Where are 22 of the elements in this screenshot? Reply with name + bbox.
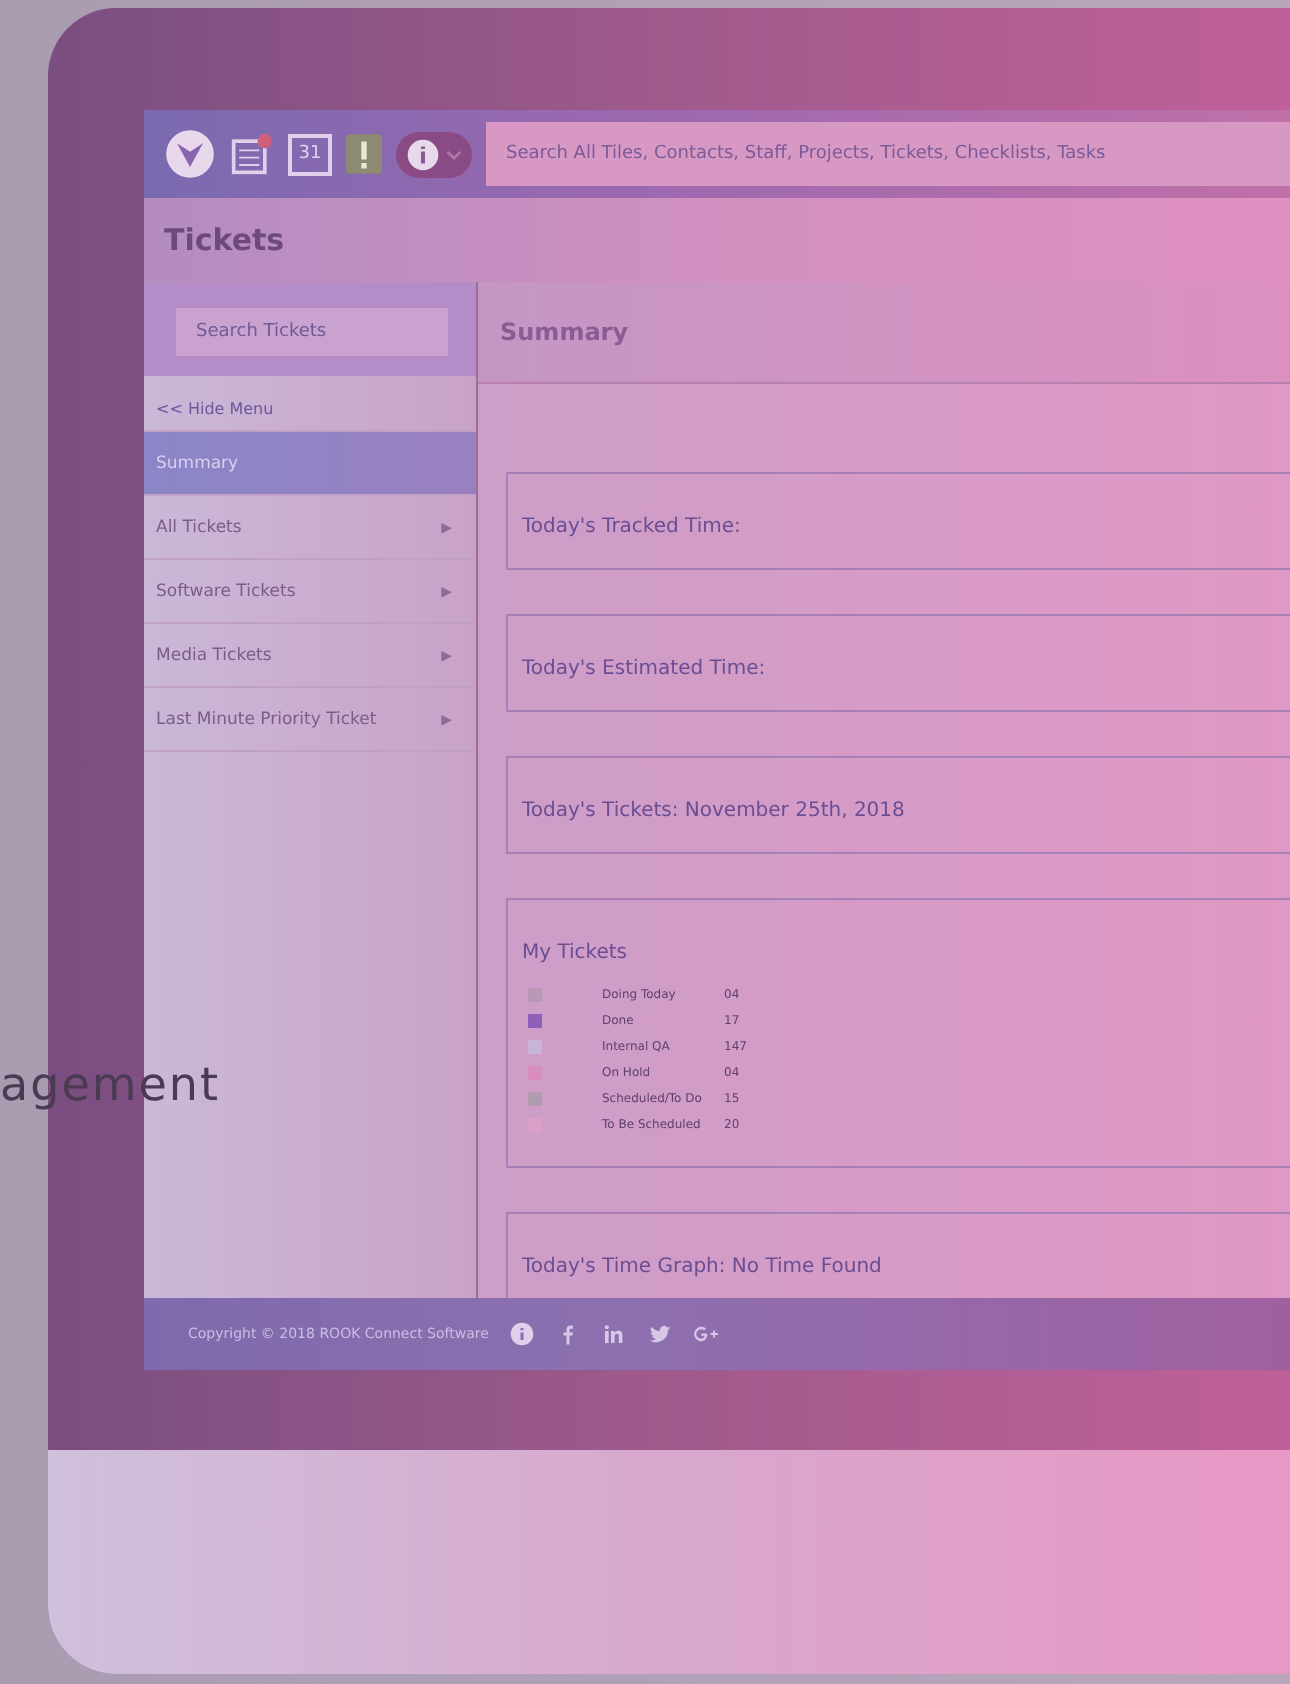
global-search-field[interactable]: Search All Tiles, Contacts, Staff, Projects, Tickets, Checklists, Tasks [486,122,1290,186]
panel-title: Today's Time Graph: No Time Found [522,1256,882,1278]
twitter-icon[interactable] [648,1322,673,1346]
section-header: Summary [478,282,1290,384]
panel-title: Today's Estimated Time: [522,658,766,680]
info-menu-button[interactable] [396,131,472,177]
alert-icon[interactable] [346,134,382,174]
info-icon[interactable] [510,1322,535,1346]
panel-title: Today's Tracked Time: [522,516,741,538]
hide-menu-link[interactable]: << Hide Menu [156,400,274,418]
info-icon [406,137,440,171]
logo-icon[interactable] [164,128,216,180]
calendar-badge-icon[interactable] [230,132,274,176]
linkedin-icon[interactable] [602,1322,627,1346]
panel-title: My Tickets [522,942,628,964]
panel-title: Today's Tickets: November 25th, 2018 [522,800,905,822]
sidebar-item[interactable]: Summary [144,432,476,496]
google-plus-icon[interactable] [694,1322,719,1346]
page-title: Tickets [164,222,285,258]
caret-icon [446,149,462,159]
calendar-icon[interactable]: 31 [288,133,332,175]
ticket-search-field[interactable]: Search Tickets [176,308,448,356]
